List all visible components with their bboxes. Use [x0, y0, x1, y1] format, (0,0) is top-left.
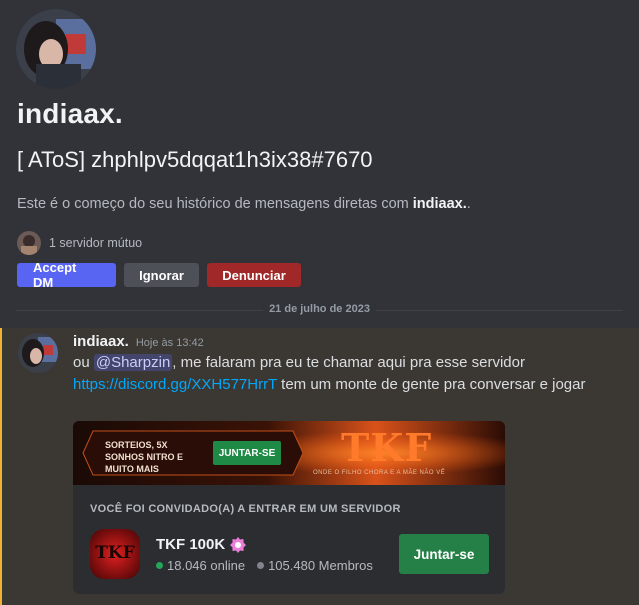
dm-intro-text: Este é o começo do seu histórico de mens…: [17, 196, 471, 212]
server-name-row: TKF 100K: [156, 536, 247, 553]
mutual-servers-label: 1 servidor mútuo: [49, 236, 143, 250]
message-text-2: , me falaram pra eu te chamar aqui pra e…: [172, 354, 525, 371]
message-text-3: tem um monte de gente pra conversar e jo…: [276, 376, 586, 393]
intro-username: indiaax.: [412, 196, 467, 212]
server-name[interactable]: TKF 100K: [156, 536, 225, 553]
message-highlighted[interactable]: indiaax. Hoje às 13:42 ou @Sharpzin, me …: [0, 328, 639, 605]
message-header: indiaax. Hoje às 13:42: [73, 333, 204, 350]
online-dot-icon: [156, 562, 163, 569]
ignore-button[interactable]: Ignorar: [124, 263, 199, 287]
message-author-avatar[interactable]: [18, 333, 58, 373]
profile-username: indiaax.: [17, 98, 123, 129]
accept-dm-button[interactable]: Accept DM: [17, 260, 116, 290]
message-text-1: ou: [73, 354, 94, 371]
mutual-server-icon: [17, 231, 41, 255]
message-author[interactable]: indiaax.: [73, 333, 129, 350]
message-timestamp: Hoje às 13:42: [135, 337, 204, 349]
banner-join-button: JUNTAR-SE: [218, 447, 276, 459]
mutual-servers[interactable]: 1 servidor mútuo: [17, 231, 142, 255]
dm-request-actions: Accept DM Ignorar Denunciar: [17, 260, 301, 290]
join-server-button[interactable]: Juntar-se: [399, 534, 489, 574]
avatar-image: [16, 9, 96, 89]
banner-tagline: ONDE O FILHO CHORA E A MÃE NÃO VÊ: [313, 470, 446, 476]
profile-avatar[interactable]: [16, 9, 96, 89]
intro-suffix: .: [466, 196, 471, 212]
banner-promo-text: SORTEIOS, 5X SONHOS NITRO E MUITO MAIS: [105, 440, 184, 474]
online-count: 18.046 online: [167, 558, 246, 573]
members-dot-icon: [257, 562, 265, 569]
server-icon[interactable]: TKF: [90, 529, 140, 579]
report-button[interactable]: Denunciar: [207, 263, 301, 287]
invite-link[interactable]: https://discord.gg/XXH577HrrT: [73, 376, 277, 393]
date-divider-label: 21 de julho de 2023: [263, 303, 376, 315]
profile-display-name: [ AToS] zhphlpv5dqqat1h3ix38#7670: [17, 147, 373, 172]
member-count: 105.480 Membros: [268, 558, 373, 573]
invite-heading: VOCÊ FOI CONVIDADO(A) A ENTRAR EM UM SER…: [90, 503, 401, 515]
partner-badge-icon: [230, 536, 247, 553]
server-icon-letters: TKF: [95, 543, 135, 563]
banner-logo: TKF: [341, 425, 433, 470]
server-stats: 18.046 online 105.480 Membros: [156, 558, 373, 573]
server-invite-embed: SORTEIOS, 5X SONHOS NITRO E MUITO MAIS J…: [73, 421, 505, 594]
message-content: ou @Sharpzin, me falaram pra eu te chama…: [73, 352, 593, 396]
user-mention[interactable]: @Sharpzin: [93, 354, 173, 371]
intro-prefix: Este é o começo do seu histórico de mens…: [17, 196, 413, 212]
